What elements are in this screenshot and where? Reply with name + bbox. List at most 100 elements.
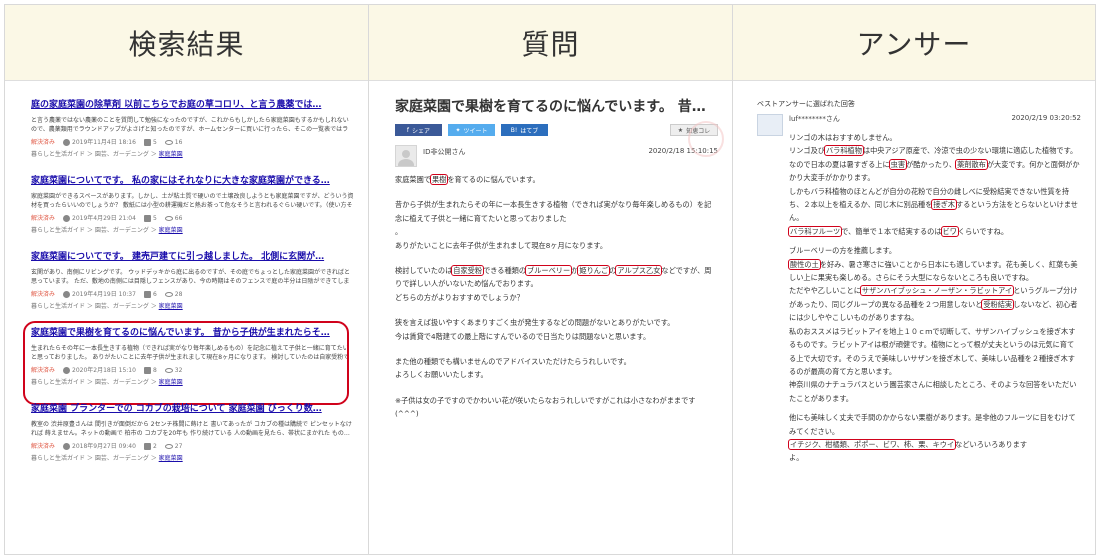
answer-column: アンサー ベストアンサーに選ばれた回答 luf********さん 2020/2… <box>733 5 1095 554</box>
hatena-icon: B! <box>510 126 518 134</box>
result-title-link[interactable]: 家庭菜園についてです。 私の家にはそれなりに大きな家庭菜園ができる… <box>31 175 354 187</box>
result-title-link[interactable]: 家庭菜園についてです。 建売戸建てに引っ越しました。 北側に玄関が… <box>31 251 354 263</box>
result-views: 16 <box>164 138 182 147</box>
answer-panel: ベストアンサーに選ばれた回答 luf********さん 2020/2/19 0… <box>733 81 1095 465</box>
keyword-box: ブルーベリー <box>525 265 573 277</box>
category-link[interactable]: 家庭菜園 <box>159 227 183 234</box>
result-status: 解決済み <box>31 215 56 222</box>
result-snippet: と言う農薬ではない農薬のことを質問して勉強になったのですが、これからもしかしたら… <box>31 117 349 133</box>
result-snippet: 家庭菜園ができるスペースがあります。しかし、土が粘土質で硬いので土壌改良しようと… <box>31 193 354 209</box>
question-paragraph: 昔から子供が生まれたらその年に一本長生きする植物（できれば実がなり毎年楽しめるも… <box>395 200 712 250</box>
result-meta: 解決済み 2018年9月27日 09:40 2 27 <box>31 442 354 451</box>
twitter-share-button[interactable]: ✦ ツイート <box>448 124 495 136</box>
result-category: 暮らしと生活ガイド ＞ 園芸、ガーデニング ＞ 家庭菜園 <box>31 455 183 462</box>
question-title: 家庭菜園で果樹を育てるのに悩んでいます。 昔… <box>395 99 706 115</box>
result-date: 2019年11月4日 18:16 <box>63 138 136 147</box>
search-results-list: 庭の家庭菜園の除草剤 以前こちらでお庭の草コロリ、と言う農薬では… と言う農薬で… <box>5 81 368 463</box>
keyword-box: ビワ <box>940 225 959 237</box>
clock-icon <box>63 215 71 222</box>
question-column: 質問 家庭菜園で果樹を育てるのに悩んでいます。 昔… f シェア ✦ ツイート B!… <box>369 5 733 554</box>
result-category: 暮らしと生活ガイド ＞ 園芸、ガーデニング ＞ 家庭菜園 <box>31 227 183 234</box>
result-status: 解決済み <box>31 291 56 298</box>
category-link[interactable]: 家庭菜園 <box>159 455 183 462</box>
result-status: 解決済み <box>31 139 56 146</box>
search-results-heading: 検索結果 <box>5 5 368 81</box>
stamp-watermark <box>688 121 724 157</box>
eye-icon <box>164 216 173 221</box>
keyword-box: イチジク、柑橘類、ポポー、ビワ、柿、栗、キウイ <box>787 438 957 450</box>
result-snippet: 玄関があり、南側にリビングです。 ウッドデッキから庭に出るのですが、その庭でちょ… <box>31 269 350 285</box>
result-title-link[interactable]: 家庭菜園 プランターでの コカブの栽培について 家庭菜園 びっくり数… <box>31 403 354 415</box>
category-link[interactable]: 家庭菜園 <box>159 303 183 310</box>
comparison-frame: 検索結果 庭の家庭菜園の除草剤 以前こちらでお庭の草コロリ、と言う農薬では… と… <box>4 4 1096 555</box>
result-category: 暮らしと生活ガイド ＞ 園芸、ガーデニング ＞ 家庭菜園 <box>31 151 183 158</box>
answer-heading: アンサー <box>733 5 1095 81</box>
question-paragraph: 家庭菜園で果樹を育てるのに悩んでいます。 <box>395 174 540 185</box>
clock-icon <box>63 139 71 146</box>
question-heading: 質問 <box>369 5 732 81</box>
answers-icon <box>143 215 151 222</box>
answer-paragraph: 他にも美味しく丈夫で手間のかからない果樹があります。是非他のフルーツに目をむけて… <box>787 413 1076 463</box>
keyword-box: 酸性の土 <box>788 258 821 270</box>
result-meta: 解決済み 2019年4月29日 21:04 5 66 <box>31 214 354 223</box>
avatar <box>395 145 417 167</box>
search-results-column: 検索結果 庭の家庭菜園の除草剤 以前こちらでお庭の草コロリ、と言う農薬では… と… <box>5 5 369 554</box>
question-panel: 家庭菜園で果樹を育てるのに悩んでいます。 昔… f シェア ✦ ツイート B! はてブ… <box>369 81 732 421</box>
result-views: 28 <box>164 290 182 299</box>
keyword-box: バラ科フルーツ <box>787 225 843 237</box>
facebook-share-button[interactable]: f シェア <box>395 124 442 136</box>
clock-icon <box>63 443 71 450</box>
question-paragraph: 狭を言えば扱いやすくあまりすごく虫が発生するなどの問題がないとありがたいです。今… <box>395 318 675 341</box>
answer-username[interactable]: luf********さん <box>789 114 840 124</box>
answer-body: リンゴの木はおすすめしません。 リンゴ及びバラ科植物は中央アジア原産で、冷涼で虫… <box>757 131 1081 465</box>
result-date: 2019年4月19日 10:37 <box>63 290 136 299</box>
answers-icon <box>143 443 151 450</box>
keyword-box: サザンハイブッシュ・ノーザン・ラビットアイ <box>859 285 1015 297</box>
result-meta: 解決済み 2019年11月4日 18:16 5 16 <box>31 138 354 147</box>
question-paragraph: ※子供は女の子ですのでかわいい花が咲いたらなおうれしいですがこれは小さなわがまま… <box>395 395 696 419</box>
hatena-bookmark-button[interactable]: B! はてブ <box>501 124 548 136</box>
keyword-box: 姫りんご <box>577 265 611 277</box>
keyword-box: 自家受粉 <box>451 265 485 277</box>
keyword-box: 受粉結実 <box>981 298 1015 310</box>
question-author-row: ID非公開さん 2020/2/18 15:10:15 <box>395 145 718 167</box>
answer-date: 2020/2/19 03:20:52 <box>1011 114 1081 122</box>
result-category: 暮らしと生活ガイド ＞ 園芸、ガーデニング ＞ 家庭菜園 <box>31 303 183 310</box>
clock-icon <box>63 291 71 298</box>
answers-icon <box>143 291 151 298</box>
keyword-box: 接ぎ木 <box>931 199 957 211</box>
result-item: 家庭菜園 プランターでの コカブの栽培について 家庭菜園 びっくり数… 教室の … <box>31 403 354 463</box>
result-title-link[interactable]: 庭の家庭菜園の除草剤 以前こちらでお庭の草コロリ、と言う農薬では… <box>31 99 354 111</box>
result-item: 庭の家庭菜園の除草剤 以前こちらでお庭の草コロリ、と言う農薬では… と言う農薬で… <box>31 99 354 159</box>
result-meta: 解決済み 2019年4月19日 10:37 6 28 <box>31 290 354 299</box>
result-views: 66 <box>164 214 182 223</box>
keyword-box: 果樹 <box>429 174 449 185</box>
result-answers: 2 <box>143 442 157 451</box>
result-item-highlighted: 家庭菜園で果樹を育てるのに悩んでいます。 昔から子供が生まれたらそ… 生まれたら… <box>23 321 354 405</box>
result-answers: 5 <box>143 138 157 147</box>
result-item: 家庭菜園についてです。 私の家にはそれなりに大きな家庭菜園ができる… 家庭菜園が… <box>31 175 354 235</box>
keyword-box: バラ科植物 <box>823 145 864 157</box>
facebook-icon: f <box>406 126 410 134</box>
question-username: ID非公開さん <box>423 148 466 156</box>
question-paragraph: また他の種類でも構いませんのでアドバイスいただけたらうれしいです。 よろしくお願い… <box>395 357 631 380</box>
eye-icon <box>164 444 173 449</box>
answer-paragraph: リンゴの木はおすすめしません。 リンゴ及びバラ科植物は中央アジア原産で、冷涼で虫… <box>787 133 1080 237</box>
eye-icon <box>164 292 173 297</box>
result-date: 2019年4月29日 21:04 <box>63 214 136 223</box>
result-item: 家庭菜園についてです。 建売戸建てに引っ越しました。 北側に玄関が… 玄関があり… <box>31 251 354 311</box>
result-status: 解決済み <box>31 443 56 450</box>
keyword-box: 薬剤散布 <box>955 158 988 170</box>
eye-icon <box>164 140 173 145</box>
answers-icon <box>143 139 151 146</box>
category-link[interactable]: 家庭菜園 <box>159 151 183 158</box>
star-icon: ★ <box>677 126 684 134</box>
highlight-oval <box>23 321 349 405</box>
keyword-box: アルプス乙女 <box>615 265 663 277</box>
twitter-icon: ✦ <box>455 126 461 134</box>
best-answer-label: ベストアンサーに選ばれた回答 <box>757 100 855 108</box>
result-date: 2018年9月27日 09:40 <box>63 442 136 451</box>
result-views: 27 <box>164 442 182 451</box>
question-paragraph: 検討していたのは自家受粉できる種類のブルーベリーか姫りんごのアルプス乙女などです… <box>395 265 712 302</box>
avatar <box>757 114 783 136</box>
